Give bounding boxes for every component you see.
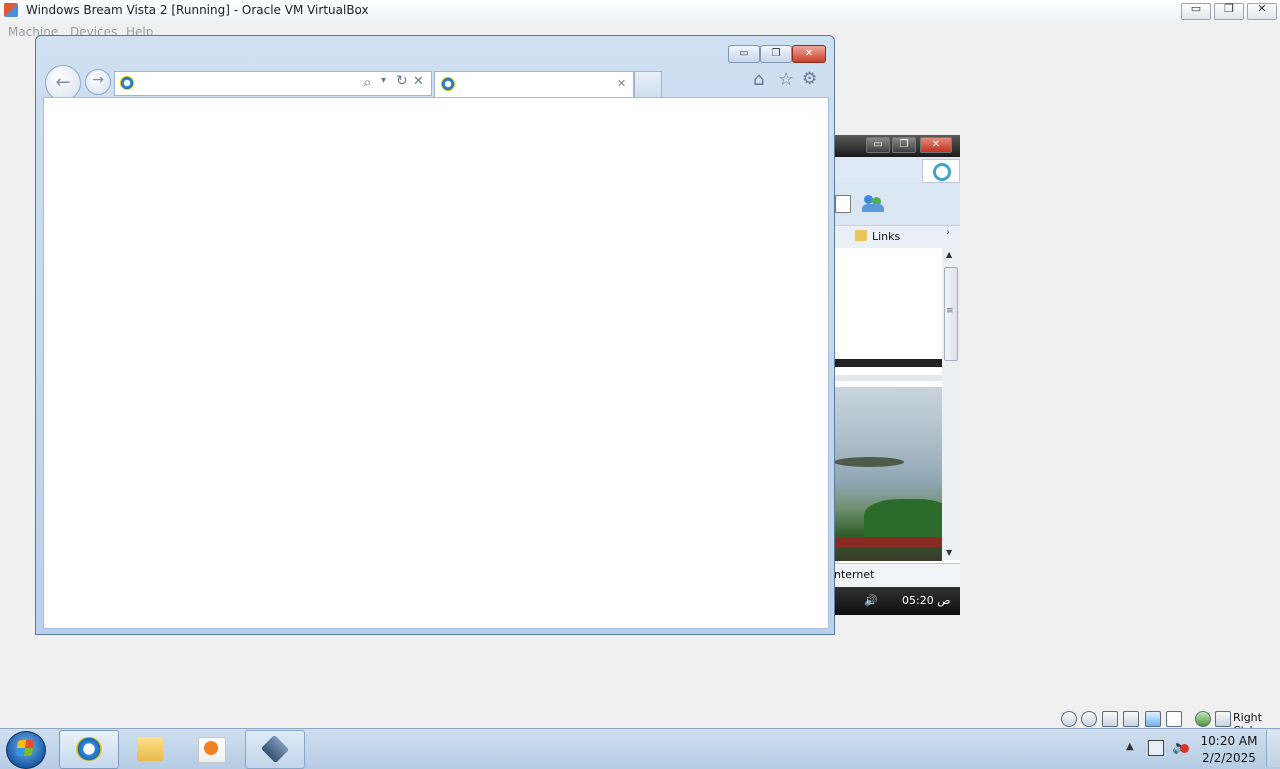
internet-explorer-window[interactable]: ▭ ❐ ✕ ← → ⌕ ▾ ↻ ✕ ✕ ⌂ ☆ ⚙: [35, 35, 835, 635]
stop-icon[interactable]: ✕: [413, 74, 424, 89]
background-page-content: [834, 248, 942, 363]
background-search-button[interactable]: [922, 159, 960, 183]
internet-explorer-icon: [76, 737, 102, 761]
page-content-area[interactable]: [43, 97, 829, 629]
scroll-up-arrow-icon[interactable]: ▲: [946, 250, 952, 259]
vbox-restore-button[interactable]: ❐: [1214, 2, 1244, 20]
mouse-integration-icon[interactable]: [1195, 711, 1211, 727]
taskbar-windows-explorer[interactable]: [120, 730, 180, 769]
vbox-titlebar: Windows Bream Vista 2 [Running] - Oracle…: [0, 0, 1280, 23]
ie-close-button[interactable]: ✕: [792, 45, 826, 63]
background-minimize-button[interactable]: ▭: [866, 137, 890, 153]
display-icon[interactable]: [1145, 711, 1161, 727]
browser-tab[interactable]: ✕: [434, 71, 634, 98]
scroll-grip-icon: ≡: [946, 306, 954, 316]
taskbar-internet-explorer[interactable]: [59, 730, 119, 769]
vbox-close-button[interactable]: ✕: [1247, 2, 1277, 20]
background-page-strip: [834, 375, 942, 381]
taskbar-media-player[interactable]: [181, 730, 241, 769]
background-scroll-thumb[interactable]: ≡: [944, 267, 958, 361]
tab-close-icon[interactable]: ✕: [617, 77, 626, 90]
background-restore-button[interactable]: ❐: [892, 137, 916, 153]
forward-button[interactable]: →: [85, 69, 111, 95]
taskbar-virtualbox[interactable]: [245, 730, 305, 769]
back-button[interactable]: ←: [45, 65, 81, 101]
usb-icon[interactable]: [1102, 711, 1118, 727]
optical-drive-icon[interactable]: [1081, 711, 1097, 727]
virtualbox-icon: [260, 734, 290, 764]
messenger-icon[interactable]: [862, 193, 886, 213]
windows-logo-icon: [15, 740, 35, 756]
background-page-divider: [834, 359, 942, 367]
search-dropdown-icon[interactable]: ▾: [381, 75, 386, 86]
back-arrow-icon: ←: [55, 72, 71, 93]
hard-disk-icon[interactable]: [1061, 711, 1077, 727]
forward-arrow-icon: →: [92, 72, 104, 88]
tab-favicon-icon: [441, 77, 455, 91]
show-desktop-button[interactable]: [1266, 730, 1280, 767]
home-icon[interactable]: ⌂: [753, 69, 764, 90]
ie-minimize-button[interactable]: ▭: [728, 45, 760, 63]
clock-time[interactable]: 10:20 AM: [1196, 734, 1262, 748]
search-icon[interactable]: ⌕: [363, 73, 371, 91]
favorites-icon[interactable]: ☆: [778, 69, 794, 90]
edit-icon[interactable]: [835, 195, 851, 213]
links-chevron-icon[interactable]: ›: [946, 227, 950, 238]
taskbar: ▲ 🔈 10:20 AM 2/2/2025: [0, 728, 1280, 769]
background-command-bar: [834, 183, 960, 225]
vbox-minimize-button[interactable]: ▭: [1181, 2, 1211, 20]
ie-restore-button[interactable]: ❐: [760, 45, 792, 63]
vbox-window-title: Windows Bream Vista 2 [Running] - Oracle…: [26, 3, 369, 17]
refresh-icon[interactable]: ↻: [396, 73, 408, 89]
background-status-zone: nternet: [834, 568, 875, 581]
volume-muted-badge-icon: [1180, 744, 1189, 753]
search-orb-icon: [933, 163, 951, 181]
background-close-button[interactable]: ✕: [920, 137, 952, 153]
tools-icon[interactable]: ⚙: [802, 69, 817, 89]
start-button[interactable]: [6, 731, 46, 769]
ie-page-icon: [120, 76, 134, 90]
address-bar[interactable]: ⌕ ▾ ↻ ✕: [114, 71, 432, 96]
new-tab-button[interactable]: [634, 71, 662, 98]
clock-date[interactable]: 2/2/2025: [1196, 751, 1262, 765]
landscape-photo: [834, 387, 942, 561]
media-player-icon: [198, 737, 226, 763]
background-clock: ص 05:20: [902, 594, 951, 607]
links-button[interactable]: Links: [872, 230, 900, 243]
host-key-icon[interactable]: [1215, 711, 1231, 727]
folder-icon: [137, 737, 163, 761]
video-capture-icon[interactable]: [1166, 711, 1182, 727]
links-folder-icon: [855, 230, 867, 241]
network-icon[interactable]: [1148, 740, 1164, 756]
scroll-down-arrow-icon[interactable]: ▼: [946, 548, 952, 557]
background-browser-window[interactable]: ▭ ❐ ✕ Links › ▲ ▼ ≡ nternet 🔊 ص 05:20: [834, 135, 960, 615]
show-hidden-icons-chevron-icon[interactable]: ▲: [1126, 741, 1134, 752]
vbox-app-icon: [4, 3, 18, 17]
background-volume-icon: 🔊: [864, 594, 878, 607]
shared-folders-icon[interactable]: [1123, 711, 1139, 727]
